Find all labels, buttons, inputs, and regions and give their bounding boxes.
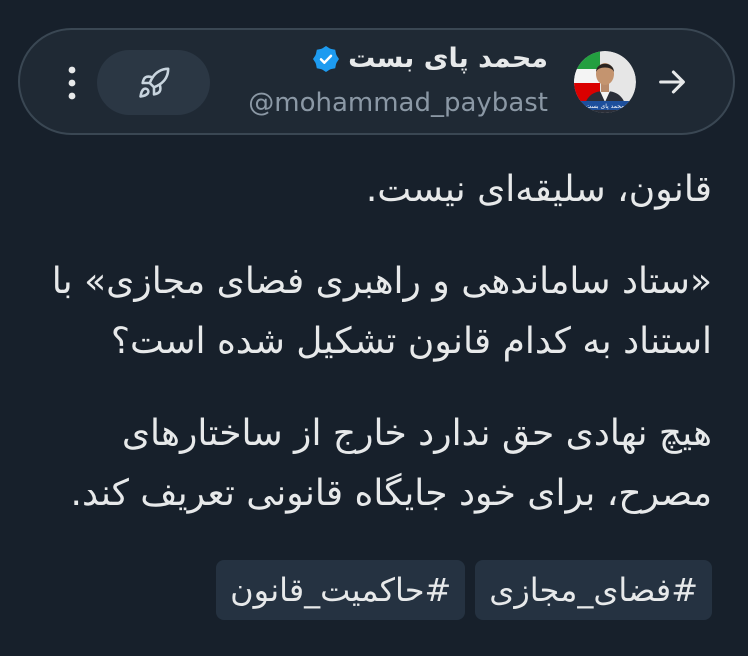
arrow-right-icon bbox=[659, 70, 685, 94]
post-text-line: هیچ نهادی حق ندارد خارج از ساختارهای bbox=[121, 413, 712, 454]
more-options-button[interactable] bbox=[65, 64, 79, 102]
post-paragraph: هیچ نهادی حق ندارد خارج از ساختارهای مصر… bbox=[32, 404, 712, 524]
post-text-line: قانون، سلیقه‌ای نیست. bbox=[365, 169, 712, 210]
profile-header: محمد پای بست محمد پای بست @mohammad_payb… bbox=[18, 28, 735, 135]
post-text-line: مصرح، برای خود جایگاه قانونی تعریف کند. bbox=[70, 473, 712, 514]
hashtag-chip[interactable]: #فضای_مجازی bbox=[475, 560, 712, 620]
display-name: محمد پای بست bbox=[348, 43, 548, 74]
hashtag-chip[interactable]: #حاکمیت_قانون bbox=[216, 560, 466, 620]
avatar[interactable]: محمد پای بست bbox=[574, 51, 636, 113]
more-vertical-icon bbox=[68, 66, 76, 100]
post-paragraph: قانون، سلیقه‌ای نیست. bbox=[32, 160, 712, 220]
rocket-icon bbox=[138, 67, 169, 98]
post-body: قانون، سلیقه‌ای نیست. «ستاد ساماندهی و ر… bbox=[32, 160, 712, 556]
avatar-photo: محمد پای بست bbox=[574, 51, 636, 113]
hashtag-row: #فضای_مجازی #حاکمیت_قانون bbox=[32, 560, 712, 620]
post-paragraph: «ستاد ساماندهی و راهبری فضای مجازی» با ا… bbox=[32, 252, 712, 372]
boost-button[interactable] bbox=[97, 50, 210, 115]
handle: @mohammad_paybast bbox=[248, 88, 548, 118]
avatar-caption: محمد پای بست bbox=[586, 103, 625, 110]
verified-badge-icon bbox=[313, 46, 340, 72]
post-text-line: «ستاد ساماندهی و راهبری فضای مجازی» با bbox=[51, 261, 712, 302]
back-button[interactable] bbox=[655, 65, 689, 99]
name-row: محمد پای بست bbox=[313, 41, 548, 77]
post-text-line: استناد به کدام قانون تشکیل شده است؟ bbox=[110, 321, 712, 362]
